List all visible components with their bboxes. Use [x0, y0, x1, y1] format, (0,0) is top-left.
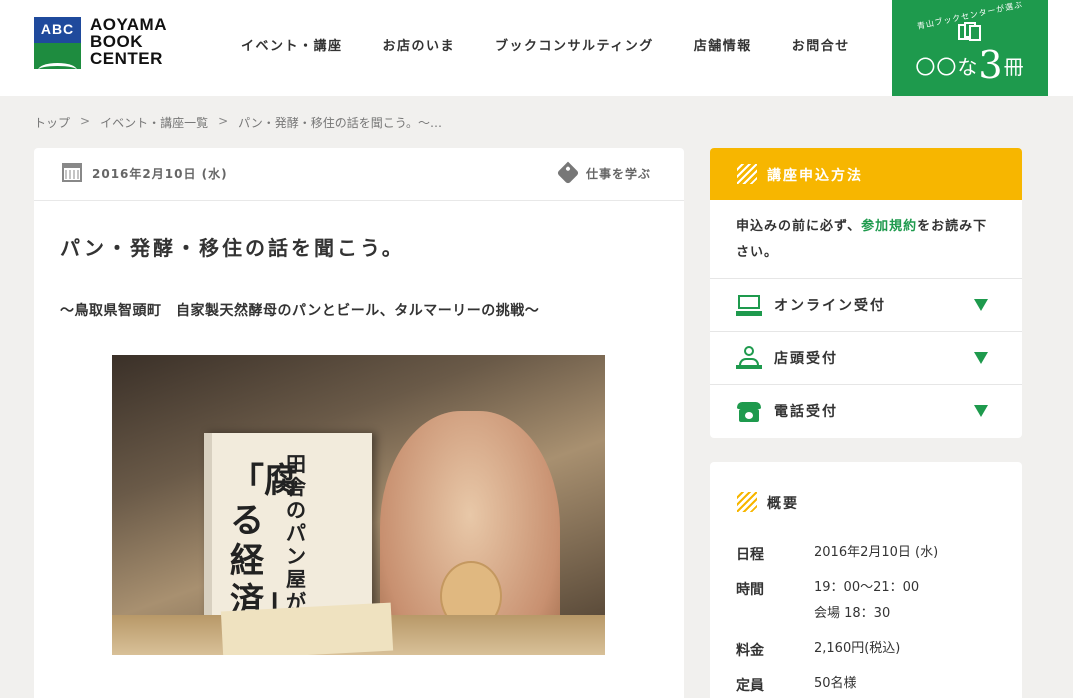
promo-number: 3: [978, 43, 1004, 87]
logo-book-icon: [38, 63, 77, 77]
apply-panel-header: 講座申込方法: [710, 148, 1022, 200]
three-books-promo-banner[interactable]: 青山ブックセンターが選ぶ 〇〇な3冊: [892, 0, 1048, 96]
breadcrumb-separator: >: [218, 114, 229, 128]
apply-option-online[interactable]: オンライン受付: [710, 278, 1022, 331]
triangle-down-icon: [974, 299, 988, 311]
event-date: 2016年2月10日 (水): [92, 167, 228, 181]
stripes-icon: [737, 164, 757, 184]
event-card: 2016年2月10日 (水) 仕事を学ぶ パン・発酵・移住の話を聞こう。 〜鳥取…: [34, 148, 684, 698]
logo-line-2: BOOK: [90, 32, 143, 51]
breadcrumb-event-list[interactable]: イベント・講座一覧: [100, 114, 208, 131]
breadcrumb: トップ > イベント・講座一覧 > パン・発酵・移住の話を聞こう。〜…: [34, 114, 442, 131]
summary-label-date: 日程: [736, 547, 764, 563]
aoyama-book-center-logo[interactable]: ABC AOYAMA BOOK CENTER: [34, 16, 174, 69]
summary-label-capacity: 定員: [736, 678, 764, 694]
nav-store-info[interactable]: 店舗情報: [694, 35, 752, 54]
apply-option-store[interactable]: 店頭受付: [710, 331, 1022, 384]
calendar-icon: [62, 163, 82, 182]
logo-line-1: AOYAMA: [90, 15, 167, 34]
summary-label-fee: 料金: [736, 643, 764, 659]
promo-headline: 〇〇な3冊: [892, 46, 1048, 84]
event-title: パン・発酵・移住の話を聞こう。: [60, 236, 405, 260]
apply-option-label: 電話受付: [774, 404, 838, 420]
breadcrumb-current: パン・発酵・移住の話を聞こう。〜…: [238, 116, 443, 130]
breadcrumb-separator: >: [80, 114, 91, 128]
logo-line-3: CENTER: [90, 49, 163, 68]
promo-suffix: 冊: [1003, 55, 1025, 79]
promo-prefix: 〇〇な: [915, 55, 979, 79]
nav-events[interactable]: イベント・講座: [241, 35, 343, 54]
summary-panel: 概要 日程 2016年2月10日 (水) 時間 19：00〜21：00 会場 1…: [710, 462, 1022, 698]
summary-value-time: 19：00〜21：00: [814, 580, 920, 595]
apply-option-label: オンライン受付: [774, 298, 886, 314]
triangle-down-icon: [974, 405, 988, 417]
apply-panel: 講座申込方法 申込みの前に必ず、参加規約をお読み下さい。 オンライン受付 店頭受…: [710, 148, 1022, 438]
nav-store-now[interactable]: お店のいま: [383, 35, 456, 54]
logo-mark-bottom: [34, 43, 81, 69]
event-meta-bar: 2016年2月10日 (水) 仕事を学ぶ: [34, 148, 684, 201]
books-icon: [956, 22, 982, 42]
summary-value-fee: 2,160円(税込): [814, 641, 901, 656]
main-nav: イベント・講座 お店のいま ブックコンサルティング 店舗情報 お問合せ: [241, 35, 890, 54]
photo-book-title: 「腐る経済」: [230, 461, 298, 621]
photo-handwritten-note: [220, 602, 394, 655]
terms-link[interactable]: 参加規約: [861, 219, 917, 234]
summary-label-time: 時間: [736, 582, 764, 598]
summary-value-doors: 会場 18：30: [814, 606, 891, 621]
apply-note-text-1: 申込みの前に必ず、: [736, 219, 862, 234]
site-header: ABC AOYAMA BOOK CENTER イベント・講座 お店のいま ブック…: [0, 0, 1073, 96]
event-photo: 「腐る経済」 田舎のパン屋が見つけた: [112, 355, 605, 655]
nav-book-consulting[interactable]: ブックコンサルティング: [495, 35, 654, 54]
event-subtitle: 〜鳥取県智頭町 自家製天然酵母のパンとビール、タルマーリーの挑戦〜: [60, 303, 540, 319]
logo-wordmark: AOYAMA BOOK CENTER: [90, 16, 167, 67]
apply-option-phone[interactable]: 電話受付: [710, 384, 1022, 437]
stripes-icon: [737, 492, 757, 512]
summary-title: 概要: [767, 496, 799, 512]
computer-icon: [736, 293, 762, 317]
apply-note: 申込みの前に必ず、参加規約をお読み下さい。: [736, 214, 998, 266]
summary-value-date: 2016年2月10日 (水): [814, 545, 939, 560]
nav-contact[interactable]: お問合せ: [792, 35, 850, 54]
apply-panel-title: 講座申込方法: [767, 168, 863, 184]
tag-icon: [556, 161, 580, 185]
event-category-link[interactable]: 仕事を学ぶ: [586, 165, 651, 182]
shop-clerk-icon: [736, 346, 762, 370]
summary-value-capacity: 50名様: [814, 676, 857, 691]
telephone-icon: [736, 399, 762, 423]
logo-mark-text: ABC: [40, 21, 75, 37]
logo-mark-top: ABC: [34, 17, 81, 43]
breadcrumb-top[interactable]: トップ: [34, 114, 70, 131]
apply-option-label: 店頭受付: [774, 351, 838, 367]
triangle-down-icon: [974, 352, 988, 364]
